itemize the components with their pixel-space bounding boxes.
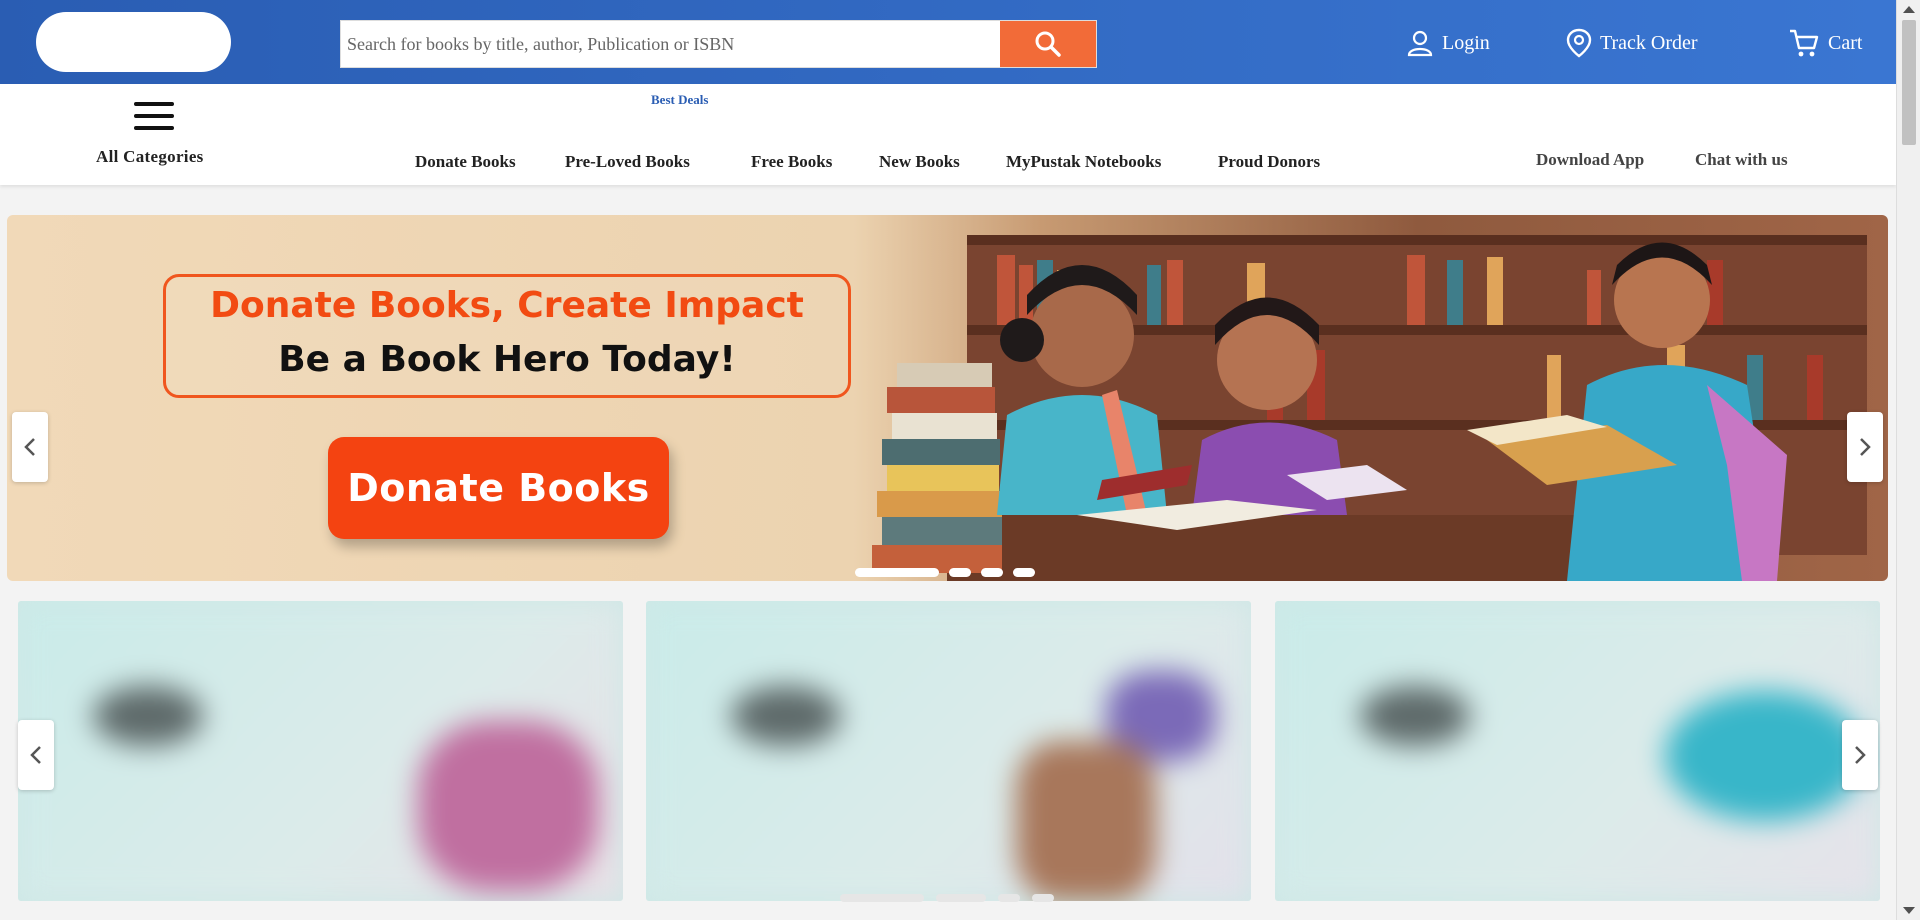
hero-headline-box: Donate Books, Create Impact Be a Book He… [163, 274, 851, 398]
scroll-thumb[interactable] [1902, 20, 1916, 145]
hero-prev-button[interactable] [12, 412, 48, 482]
nav-mypustak-notebooks[interactable]: MyPustak Notebooks [1006, 152, 1161, 172]
top-header-bar: Login Track Order Cart [0, 0, 1896, 84]
all-categories-label[interactable]: All Categories [96, 147, 204, 167]
slide-dot-3[interactable] [981, 568, 1003, 577]
nav-proud-donors[interactable]: Proud Donors [1218, 152, 1320, 172]
search-input[interactable] [341, 21, 1001, 67]
track-order-link[interactable]: Track Order [1566, 26, 1698, 60]
cards-next-button[interactable] [1842, 720, 1878, 790]
card-dot-3[interactable] [998, 894, 1020, 902]
cart-label: Cart [1828, 31, 1863, 54]
card-dot-4[interactable] [1032, 894, 1054, 902]
track-order-label: Track Order [1600, 31, 1698, 54]
donate-books-button[interactable]: Donate Books [328, 437, 669, 539]
download-app-link[interactable]: Download App [1536, 150, 1644, 170]
login-label: Login [1442, 31, 1490, 54]
nav-new-books[interactable]: New Books [879, 152, 960, 172]
hero-illustration [872, 235, 1867, 581]
chevron-right-icon [1855, 746, 1866, 764]
best-deals-label[interactable]: Best Deals [651, 92, 708, 108]
hero-next-button[interactable] [1847, 412, 1883, 482]
cart-icon [1790, 29, 1819, 57]
login-link[interactable]: Login [1406, 26, 1490, 60]
slide-dot-4[interactable] [1013, 568, 1035, 577]
card-dot-1[interactable] [840, 894, 924, 902]
menu-icon[interactable] [134, 102, 174, 130]
user-icon [1407, 30, 1433, 57]
chevron-right-icon [1860, 438, 1871, 456]
cards-prev-button[interactable] [18, 720, 54, 790]
nav-pre-loved-books[interactable]: Pre-Loved Books [565, 152, 690, 172]
page-scrollbar[interactable] [1896, 0, 1920, 920]
scroll-down-arrow-icon[interactable] [1903, 907, 1915, 914]
chat-with-us-link[interactable]: Chat with us [1695, 150, 1788, 170]
search-button[interactable] [1000, 21, 1096, 67]
nav-free-books[interactable]: Free Books [751, 152, 832, 172]
chevron-left-icon [24, 438, 35, 456]
promo-card-3[interactable] [1275, 601, 1880, 901]
hero-banner[interactable]: Donate Books, Create Impact Be a Book He… [7, 215, 1888, 581]
search-bar [340, 20, 1097, 68]
cards-slide-indicators [840, 894, 1054, 902]
slide-dot-1[interactable] [855, 568, 939, 577]
category-nav-bar: All Categories Best Deals Donate Books P… [0, 84, 1896, 185]
hero-slide-indicators [855, 568, 1035, 577]
promo-card-1[interactable] [18, 601, 623, 901]
slide-dot-2[interactable] [949, 568, 971, 577]
search-icon [1035, 31, 1061, 57]
hero-subhead: Be a Book Hero Today! [278, 339, 736, 380]
promo-card-2[interactable] [646, 601, 1251, 901]
hero-headline: Donate Books, Create Impact [210, 285, 804, 326]
location-pin-icon [1566, 28, 1592, 58]
site-logo[interactable] [36, 12, 231, 72]
nav-donate-books[interactable]: Donate Books [415, 152, 516, 172]
cart-link[interactable]: Cart [1788, 26, 1862, 60]
scroll-up-arrow-icon[interactable] [1903, 6, 1915, 13]
chevron-left-icon [30, 746, 41, 764]
card-dot-2[interactable] [936, 894, 986, 902]
